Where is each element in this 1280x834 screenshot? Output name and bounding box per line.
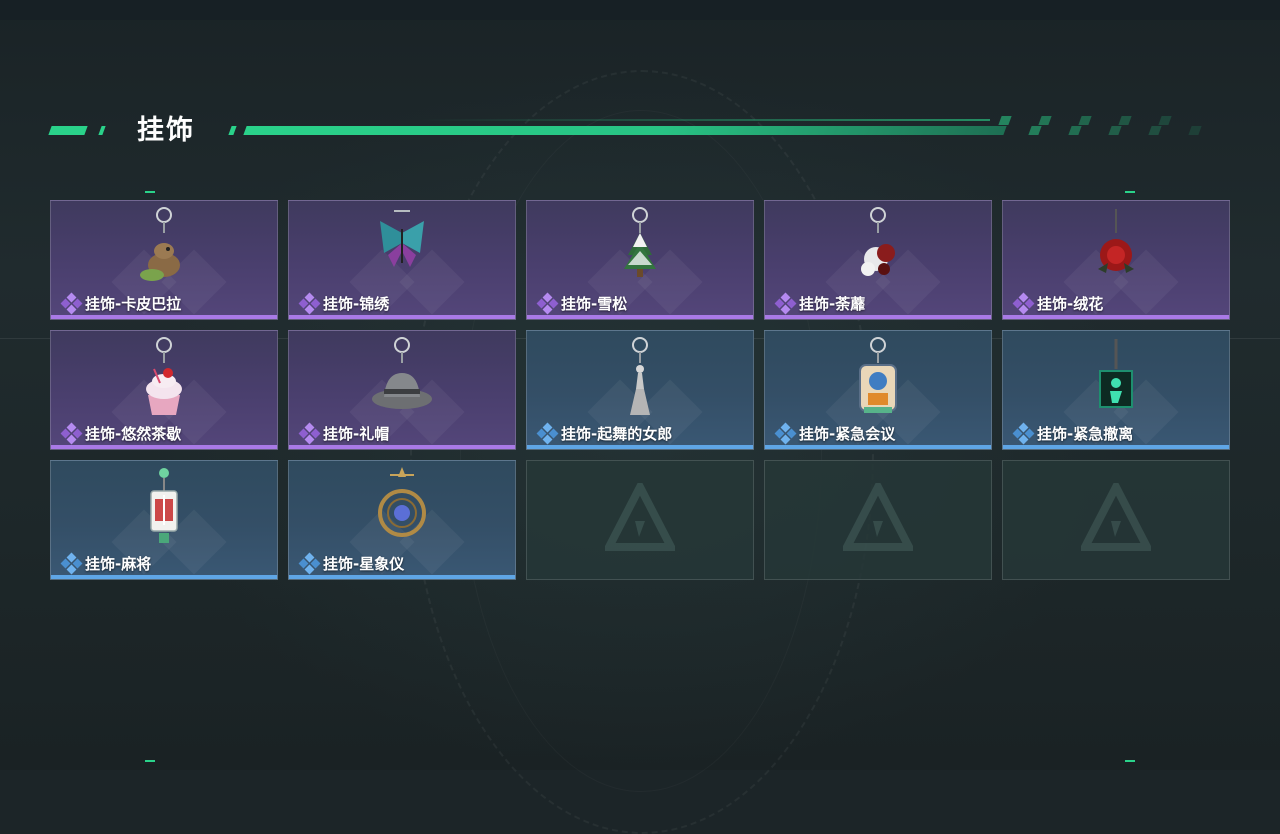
mahjong-tile-charm-icon — [124, 463, 204, 551]
header-checker-decoration — [998, 116, 1202, 135]
charm-name: 挂饰-紧急撤离 — [1037, 425, 1134, 443]
header-accent-dash — [48, 126, 88, 135]
checker-square — [1028, 126, 1042, 135]
dancing-lady-charm-icon — [600, 333, 680, 421]
exit-sign-charm-icon — [1076, 333, 1156, 421]
charm-name: 挂饰-雪松 — [561, 295, 628, 313]
empty-slot-logo-icon — [602, 478, 678, 553]
charm-name: 挂饰-紧急会议 — [799, 425, 896, 443]
checker-square — [1118, 116, 1132, 125]
header-thin-line — [420, 119, 990, 121]
charm-name: 挂饰-星象仪 — [323, 555, 405, 573]
checker-square — [1038, 116, 1052, 125]
empty-charm-slot[interactable] — [1002, 460, 1230, 580]
rarity-strip — [51, 445, 277, 449]
charm-card[interactable]: 挂饰-紧急会议 — [764, 330, 992, 450]
rarity-strip — [1003, 315, 1229, 319]
empty-charm-slot[interactable] — [764, 460, 992, 580]
charm-name: 挂饰-锦绣 — [323, 295, 390, 313]
charm-card[interactable]: 挂饰-星象仪 — [288, 460, 516, 580]
charm-name: 挂饰-起舞的女郎 — [561, 425, 673, 443]
corner-tick — [145, 760, 155, 762]
butterfly-charm-icon — [362, 203, 442, 291]
charm-card[interactable]: 挂饰-悠然茶歇 — [50, 330, 278, 450]
charm-card[interactable]: 挂饰-绒花 — [1002, 200, 1230, 320]
charm-name: 挂饰-礼帽 — [323, 425, 390, 443]
checker-square — [1158, 116, 1172, 125]
rarity-strip — [527, 315, 753, 319]
checker-square — [1068, 126, 1082, 135]
rarity-diamond-icon — [774, 422, 797, 445]
charm-card[interactable]: 挂饰-起舞的女郎 — [526, 330, 754, 450]
charm-name: 挂饰-麻将 — [85, 555, 152, 573]
rarity-diamond-icon — [536, 292, 559, 315]
rarity-diamond-icon — [298, 552, 321, 575]
astrolabe-charm-icon — [362, 463, 442, 551]
corner-tick — [1125, 191, 1135, 193]
rarity-strip — [289, 445, 515, 449]
empty-charm-slot[interactable] — [526, 460, 754, 580]
checker-square — [1188, 126, 1202, 135]
rarity-diamond-icon — [1012, 422, 1035, 445]
rarity-strip — [1003, 445, 1229, 449]
snow-pine-charm-icon — [600, 203, 680, 291]
checker-square — [1148, 126, 1162, 135]
page-title: 挂饰 — [137, 115, 195, 146]
capybara-charm-icon — [124, 203, 204, 291]
charm-card[interactable]: 挂饰-雪松 — [526, 200, 754, 320]
top-bar — [0, 0, 1280, 20]
fedora-hat-charm-icon — [362, 333, 442, 421]
rarity-strip — [765, 315, 991, 319]
cupcake-charm-icon — [124, 333, 204, 421]
red-rose-charm-icon — [1076, 203, 1156, 291]
rarity-diamond-icon — [60, 422, 83, 445]
corner-tick — [145, 191, 155, 193]
rarity-strip — [51, 315, 277, 319]
charm-name: 挂饰-悠然茶歇 — [85, 425, 182, 443]
empty-slot-logo-icon — [840, 478, 916, 553]
rarity-diamond-icon — [60, 552, 83, 575]
rarity-diamond-icon — [536, 422, 559, 445]
flower-charm-icon — [838, 203, 918, 291]
charm-card[interactable]: 挂饰-紧急撤离 — [1002, 330, 1230, 450]
charm-card[interactable]: 挂饰-卡皮巴拉 — [50, 200, 278, 320]
charm-name: 挂饰-绒花 — [1037, 295, 1104, 313]
rarity-diamond-icon — [60, 292, 83, 315]
empty-slot-logo-icon — [1078, 478, 1154, 553]
charm-card[interactable]: 挂饰-锦绣 — [288, 200, 516, 320]
corner-tick — [1125, 760, 1135, 762]
rarity-strip — [527, 445, 753, 449]
header-accent-bar — [243, 126, 1007, 135]
rarity-diamond-icon — [1012, 292, 1035, 315]
charm-card[interactable]: 挂饰-麻将 — [50, 460, 278, 580]
charm-card[interactable]: 挂饰-礼帽 — [288, 330, 516, 450]
charm-name: 挂饰-卡皮巴拉 — [85, 295, 182, 313]
checker-square — [998, 116, 1012, 125]
charm-name: 挂饰-荼蘼 — [799, 295, 866, 313]
rarity-diamond-icon — [298, 292, 321, 315]
rarity-strip — [289, 315, 515, 319]
rarity-strip — [765, 445, 991, 449]
checker-square — [1078, 116, 1092, 125]
meeting-badge-charm-icon — [838, 333, 918, 421]
rarity-strip — [51, 575, 277, 579]
rarity-diamond-icon — [298, 422, 321, 445]
charm-card[interactable]: 挂饰-荼蘼 — [764, 200, 992, 320]
rarity-diamond-icon — [774, 292, 797, 315]
checker-square — [1108, 126, 1122, 135]
rarity-strip — [289, 575, 515, 579]
